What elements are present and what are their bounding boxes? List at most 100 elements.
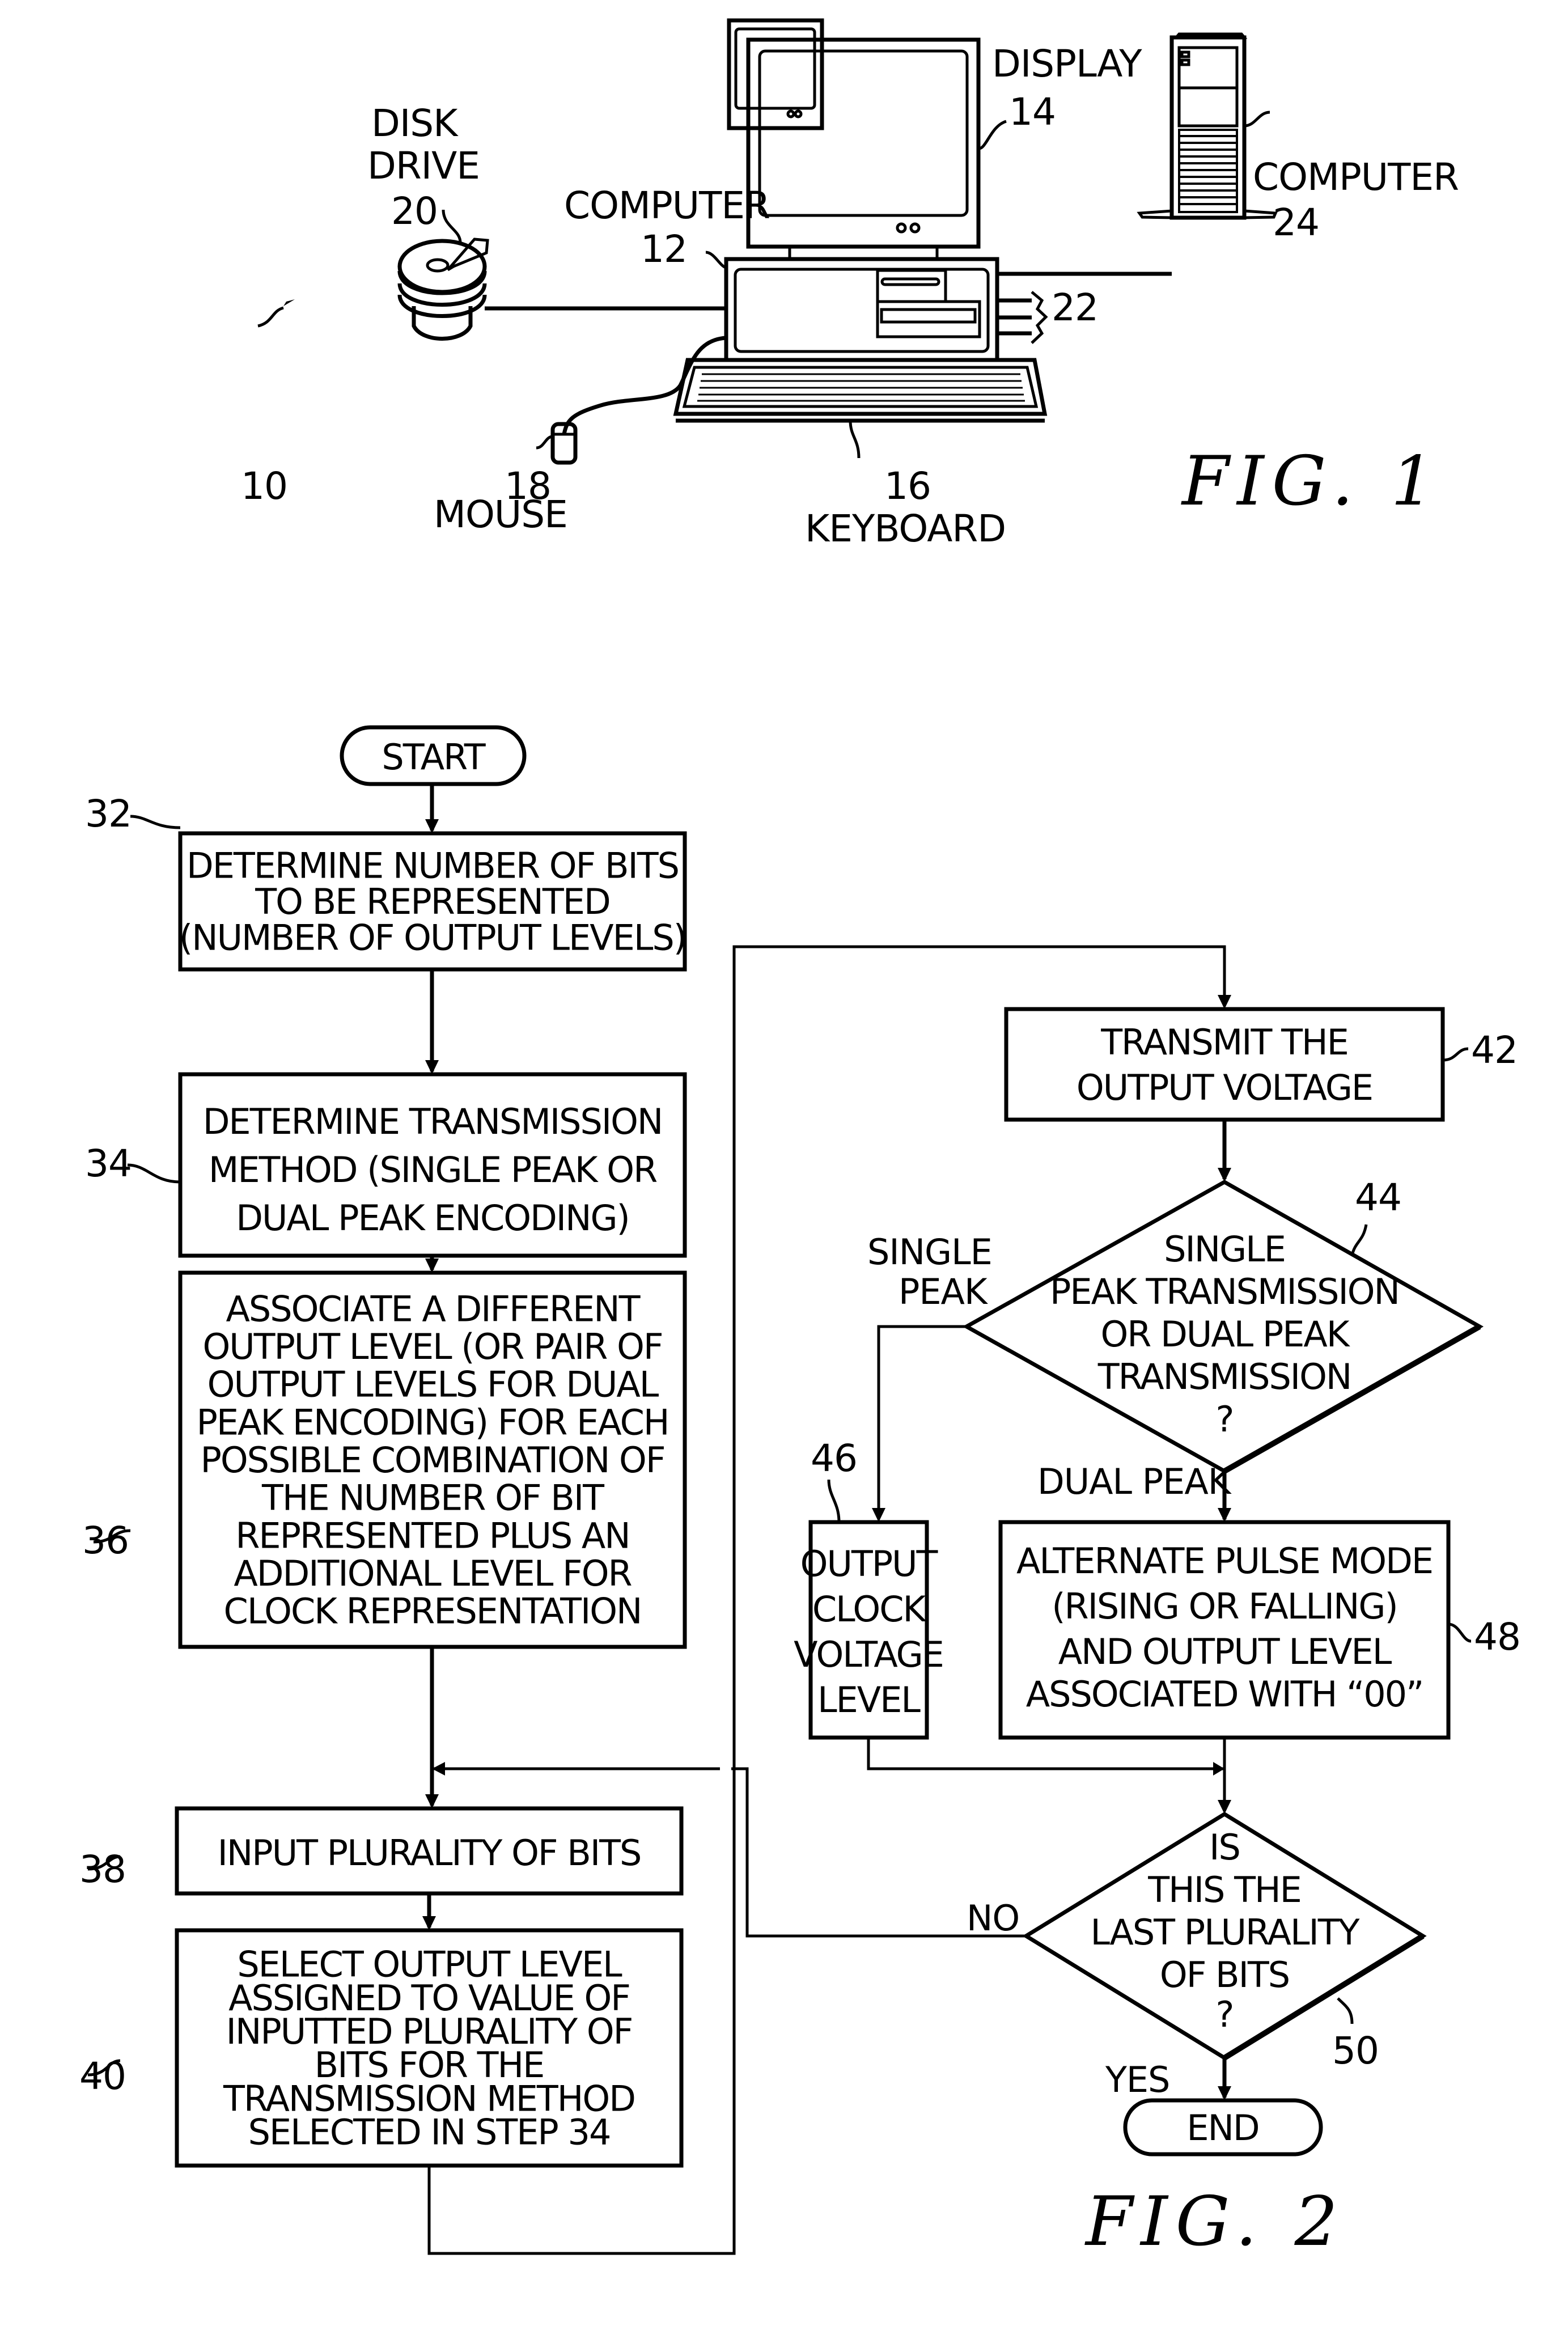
step-38: INPUT PLURALITY OF BITS 38	[79, 1806, 684, 1896]
ref-20: 20	[391, 189, 438, 233]
leader-16	[849, 420, 861, 459]
svg-text:POSSIBLE COMBINATION OF: POSSIBLE COMBINATION OF	[200, 1439, 664, 1481]
label-computer-12: COMPUTER	[564, 184, 770, 227]
ref-22: 22	[1052, 286, 1098, 329]
label-display: DISPLAY	[992, 42, 1142, 86]
keyboard-16	[673, 358, 1048, 423]
svg-text:?: ?	[1216, 1994, 1234, 2035]
ref-48: 48	[1474, 1615, 1520, 1659]
end-label: END	[1186, 2107, 1258, 2149]
svg-text:CLOCK: CLOCK	[812, 1588, 927, 1630]
branch-no: NO	[967, 1897, 1019, 1939]
step-40: SELECT OUTPUT LEVEL ASSIGNED TO VALUE OF…	[79, 1928, 684, 2168]
svg-text:ASSOCIATED WITH “00”: ASSOCIATED WITH “00”	[1026, 1673, 1423, 1715]
svg-text:METHOD (SINGLE PEAK OR: METHOD (SINGLE PEAK OR	[209, 1149, 657, 1190]
svg-text:(RISING OR FALLING): (RISING OR FALLING)	[1052, 1586, 1397, 1627]
fig1-caption: FIG. 1	[1181, 442, 1442, 521]
tower-vent-slats	[1178, 129, 1238, 213]
branch-single-line2: PEAK	[899, 1271, 988, 1312]
connections-22	[997, 291, 1048, 344]
svg-text:ASSOCIATE A DIFFERENT: ASSOCIATE A DIFFERENT	[226, 1288, 641, 1329]
flow-44-to-46	[877, 1325, 967, 1519]
ref-44: 44	[1355, 1176, 1401, 1219]
arrow-10	[283, 299, 295, 306]
svg-text:THIS THE: THIS THE	[1147, 1869, 1301, 1910]
branch-dual: DUAL PEAK	[1037, 1461, 1232, 1502]
start-label: START	[382, 736, 486, 778]
ref-34: 34	[85, 1142, 132, 1185]
fig2-caption: FIG. 2	[1084, 2183, 1346, 2261]
svg-text:PEAK TRANSMISSION: PEAK TRANSMISSION	[1050, 1271, 1399, 1312]
svg-text:THE NUMBER OF BIT: THE NUMBER OF BIT	[261, 1477, 605, 1519]
label-disk: DISK	[371, 101, 459, 145]
svg-text:TRANSMIT THE: TRANSMIT THE	[1100, 1022, 1348, 1063]
svg-text:OUTPUT VOLTAGE: OUTPUT VOLTAGE	[1077, 1067, 1372, 1108]
label-keyboard: KEYBOARD	[805, 507, 1006, 550]
svg-text:OR DUAL PEAK: OR DUAL PEAK	[1100, 1314, 1350, 1355]
decision-44: SINGLE PEAK TRANSMISSION OR DUAL PEAK TR…	[962, 1176, 1484, 1474]
svg-text:REPRESENTED PLUS AN: REPRESENTED PLUS AN	[235, 1515, 629, 1556]
svg-text:IS: IS	[1209, 1827, 1240, 1868]
leader-10	[257, 306, 284, 328]
computer-12-case	[724, 257, 999, 362]
fig2: START DETERMINE NUMBER OF BITS TO BE REP…	[79, 725, 1521, 2261]
svg-text:?: ?	[1216, 1399, 1234, 1440]
step-46: OUTPUT CLOCK VOLTAGE LEVEL 46	[794, 1437, 944, 1740]
keyboard-keys	[697, 373, 1025, 402]
svg-text:ALTERNATE PULSE MODE: ALTERNATE PULSE MODE	[1016, 1540, 1433, 1582]
decision-50: IS THIS THE LAST PLURALITY OF BITS ? 50	[1022, 1811, 1427, 2073]
svg-text:PEAK ENCODING) FOR EACH: PEAK ENCODING) FOR EACH	[197, 1401, 669, 1443]
leader-12	[705, 251, 727, 269]
svg-text:CLOCK REPRESENTATION: CLOCK REPRESENTATION	[224, 1591, 642, 1632]
display-monitor	[727, 18, 824, 130]
label-mouse: MOUSE	[434, 493, 567, 536]
start-terminal: START	[340, 725, 527, 786]
step-42: TRANSMIT THE OUTPUT VOLTAGE 42	[1004, 1007, 1518, 1122]
end-terminal: END	[1123, 2098, 1323, 2156]
branch-single-line1: SINGLE	[867, 1231, 992, 1273]
svg-text:OUTPUT: OUTPUT	[800, 1543, 939, 1584]
svg-text:OF BITS: OF BITS	[1160, 1954, 1289, 1995]
svg-text:DETERMINE NUMBER OF BITS: DETERMINE NUMBER OF BITS	[187, 845, 679, 887]
label-drive: DRIVE	[367, 144, 480, 188]
svg-text:TO BE REPRESENTED: TO BE REPRESENTED	[255, 881, 609, 922]
svg-text:VOLTAGE: VOLTAGE	[794, 1634, 943, 1675]
svg-text:ADDITIONAL LEVEL FOR: ADDITIONAL LEVEL FOR	[234, 1553, 632, 1594]
ref-40: 40	[79, 2054, 126, 2098]
ref-46: 46	[811, 1437, 857, 1480]
ref-50: 50	[1332, 2029, 1379, 2073]
patent-drawing-sheet: DISPLAY 14 COMPUTER 12 COMPUTER 24 DISK …	[79, 18, 1521, 2261]
svg-text:DUAL PEAK ENCODING): DUAL PEAK ENCODING)	[236, 1197, 629, 1239]
svg-text:LEVEL: LEVEL	[817, 1679, 921, 1721]
step-48: ALTERNATE PULSE MODE (RISING OR FALLING)…	[998, 1520, 1521, 1740]
leader-14	[978, 120, 1007, 150]
svg-text:DETERMINE TRANSMISSION: DETERMINE TRANSMISSION	[203, 1101, 663, 1142]
ref-14: 14	[1009, 90, 1056, 134]
svg-text:TRANSMISSION: TRANSMISSION	[1097, 1356, 1351, 1397]
label-computer-24: COMPUTER	[1253, 155, 1459, 199]
step-34: DETERMINE TRANSMISSION METHOD (SINGLE PE…	[85, 1072, 687, 1258]
branch-yes: YES	[1105, 2059, 1169, 2100]
ref-36: 36	[82, 1519, 129, 1562]
svg-text:SELECTED IN STEP 34: SELECTED IN STEP 34	[248, 2111, 611, 2153]
step-32: DETERMINE NUMBER OF BITS TO BE REPRESENT…	[85, 792, 687, 972]
fig1: DISPLAY 14 COMPUTER 12 COMPUTER 24 DISK …	[241, 18, 1459, 550]
ref-10: 10	[241, 464, 287, 508]
leader-24	[1244, 111, 1270, 128]
svg-text:INPUT PLURALITY OF BITS: INPUT PLURALITY OF BITS	[218, 1832, 641, 1874]
ref-12: 12	[641, 227, 687, 271]
svg-text:SINGLE: SINGLE	[1164, 1228, 1285, 1270]
step-36: ASSOCIATE A DIFFERENT OUTPUT LEVEL (OR P…	[82, 1270, 687, 1649]
svg-text:OUTPUT LEVELS FOR DUAL: OUTPUT LEVELS FOR DUAL	[207, 1364, 659, 1405]
svg-text:OUTPUT LEVEL (OR PAIR OF: OUTPUT LEVEL (OR PAIR OF	[202, 1326, 662, 1367]
leader-20	[442, 209, 462, 243]
svg-text:AND OUTPUT LEVEL: AND OUTPUT LEVEL	[1058, 1631, 1392, 1672]
ref-32: 32	[85, 792, 132, 836]
ref-16: 16	[884, 464, 931, 508]
svg-text:LAST PLURALITY: LAST PLURALITY	[1090, 1912, 1359, 1953]
ref-38: 38	[79, 1848, 126, 1891]
leader-18	[536, 435, 553, 450]
flow-46-to-merge	[867, 1738, 1224, 1770]
ref-24: 24	[1273, 201, 1319, 244]
ref-42: 42	[1471, 1028, 1518, 1072]
